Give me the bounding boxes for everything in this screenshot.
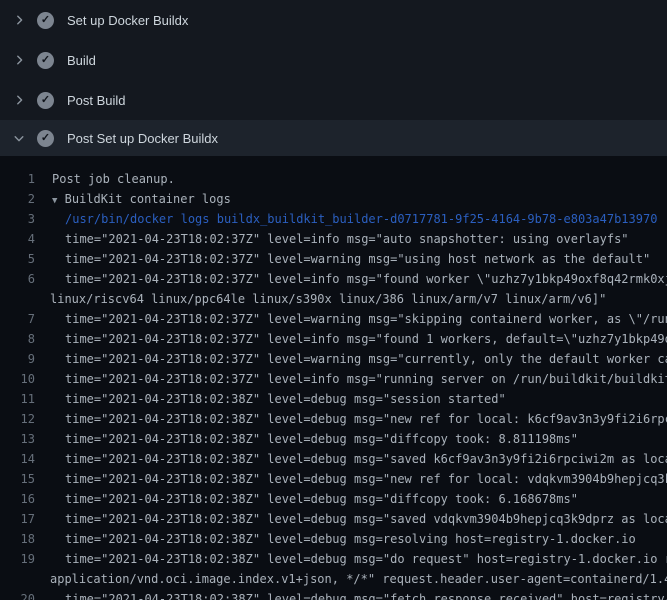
log-line-number[interactable]: 1 [0, 169, 35, 189]
step-header-list: ✓ Set up Docker Buildx ✓ Build ✓ Post Build ✓ P… [0, 0, 667, 156]
log-line-number[interactable]: 6 [0, 269, 35, 289]
log-line-number [0, 569, 35, 589]
log-line-number[interactable]: 15 [0, 469, 35, 489]
log-text: time="2021-04-23T18:02:38Z" level=debug … [35, 469, 667, 489]
actions-log-viewer: ✓ Set up Docker Buildx ✓ Build ✓ Post Build ✓ P… [0, 0, 667, 600]
log-line-number[interactable]: 11 [0, 389, 35, 409]
log-line-number[interactable]: 17 [0, 509, 35, 529]
log-text: Post job cleanup. [35, 169, 175, 189]
log-line: 13time="2021-04-23T18:02:38Z" level=debu… [0, 429, 667, 449]
log-text: time="2021-04-23T18:02:37Z" level=info m… [35, 329, 667, 349]
log-line: 7time="2021-04-23T18:02:37Z" level=warni… [0, 309, 667, 329]
log-line-number[interactable]: 8 [0, 329, 35, 349]
log-line: 18time="2021-04-23T18:02:38Z" level=debu… [0, 529, 667, 549]
log-line: 17time="2021-04-23T18:02:38Z" level=debu… [0, 509, 667, 529]
log-line-number[interactable]: 7 [0, 309, 35, 329]
log-text: ▼ BuildKit container logs [35, 189, 231, 209]
log-text: time="2021-04-23T18:02:38Z" level=debug … [35, 549, 667, 569]
log-text: time="2021-04-23T18:02:38Z" level=debug … [35, 509, 667, 529]
step-row-build[interactable]: ✓ Build [0, 40, 667, 80]
log-text: time="2021-04-23T18:02:38Z" level=debug … [35, 409, 667, 429]
log-line-number[interactable]: 9 [0, 349, 35, 369]
log-text: time="2021-04-23T18:02:38Z" level=debug … [35, 389, 506, 409]
log-text: time="2021-04-23T18:02:37Z" level=info m… [35, 369, 667, 389]
chevron-right-icon [11, 92, 27, 108]
log-line: 14time="2021-04-23T18:02:38Z" level=debu… [0, 449, 667, 469]
log-line: application/vnd.oci.image.index.v1+json,… [0, 569, 667, 589]
step-label: Post Set up Docker Buildx [67, 131, 218, 146]
log-line-number[interactable]: 10 [0, 369, 35, 389]
log-line: 16time="2021-04-23T18:02:38Z" level=debu… [0, 489, 667, 509]
log-line: 12time="2021-04-23T18:02:38Z" level=debu… [0, 409, 667, 429]
step-row-set-up-docker-buildx[interactable]: ✓ Set up Docker Buildx [0, 0, 667, 40]
log-line-number[interactable]: 12 [0, 409, 35, 429]
step-label: Build [67, 53, 96, 68]
log-line-number[interactable]: 19 [0, 549, 35, 569]
log-line-number[interactable]: 3 [0, 209, 35, 229]
log-line: 4time="2021-04-23T18:02:37Z" level=info … [0, 229, 667, 249]
log-line-number[interactable]: 20 [0, 589, 35, 600]
log-text: time="2021-04-23T18:02:38Z" level=debug … [35, 529, 636, 549]
step-log-output: 1Post job cleanup.2▼ BuildKit container … [0, 156, 667, 600]
log-line: 19time="2021-04-23T18:02:38Z" level=debu… [0, 549, 667, 569]
chevron-right-icon [11, 52, 27, 68]
log-line-number[interactable]: 4 [0, 229, 35, 249]
log-text: time="2021-04-23T18:02:38Z" level=debug … [35, 489, 578, 509]
log-line: 9time="2021-04-23T18:02:37Z" level=warni… [0, 349, 667, 369]
log-line: 8time="2021-04-23T18:02:37Z" level=info … [0, 329, 667, 349]
log-command-text: /usr/bin/docker logs buildx_buildkit_bui… [35, 209, 657, 229]
log-text: time="2021-04-23T18:02:37Z" level=warnin… [35, 349, 667, 369]
log-line-number[interactable]: 14 [0, 449, 35, 469]
log-line-number[interactable]: 2 [0, 189, 35, 209]
log-line: 11time="2021-04-23T18:02:38Z" level=debu… [0, 389, 667, 409]
check-circle-icon: ✓ [37, 52, 54, 69]
log-line: 10time="2021-04-23T18:02:37Z" level=info… [0, 369, 667, 389]
log-line: linux/riscv64 linux/ppc64le linux/s390x … [0, 289, 667, 309]
log-line-number[interactable]: 5 [0, 249, 35, 269]
log-text: application/vnd.oci.image.index.v1+json,… [35, 569, 667, 589]
log-text: time="2021-04-23T18:02:37Z" level=warnin… [35, 309, 667, 329]
step-row-post-build[interactable]: ✓ Post Build [0, 80, 667, 120]
step-label: Post Build [67, 93, 126, 108]
log-line: 20time="2021-04-23T18:02:38Z" level=debu… [0, 589, 667, 600]
log-line-number [0, 289, 35, 309]
check-circle-icon: ✓ [37, 12, 54, 29]
log-text: time="2021-04-23T18:02:38Z" level=debug … [35, 449, 667, 469]
log-text: time="2021-04-23T18:02:38Z" level=debug … [35, 429, 578, 449]
log-line: 2▼ BuildKit container logs [0, 189, 667, 209]
log-group-title[interactable]: BuildKit container logs [57, 192, 230, 206]
log-text: time="2021-04-23T18:02:38Z" level=debug … [35, 589, 667, 600]
log-line-number[interactable]: 18 [0, 529, 35, 549]
step-row-post-set-up-docker-buildx[interactable]: ✓ Post Set up Docker Buildx [0, 120, 667, 156]
log-line-number[interactable]: 13 [0, 429, 35, 449]
check-circle-icon: ✓ [37, 130, 54, 147]
log-line: 6time="2021-04-23T18:02:37Z" level=info … [0, 269, 667, 289]
log-line: 15time="2021-04-23T18:02:38Z" level=debu… [0, 469, 667, 489]
log-line: 1Post job cleanup. [0, 169, 667, 189]
log-text: time="2021-04-23T18:02:37Z" level=warnin… [35, 249, 650, 269]
chevron-down-icon [11, 130, 27, 146]
log-text: linux/riscv64 linux/ppc64le linux/s390x … [35, 289, 606, 309]
log-line: 3/usr/bin/docker logs buildx_buildkit_bu… [0, 209, 667, 229]
check-circle-icon: ✓ [37, 92, 54, 109]
step-label: Set up Docker Buildx [67, 13, 188, 28]
log-text: time="2021-04-23T18:02:37Z" level=info m… [35, 229, 629, 249]
log-line: 5time="2021-04-23T18:02:37Z" level=warni… [0, 249, 667, 269]
log-text: time="2021-04-23T18:02:37Z" level=info m… [35, 269, 667, 289]
log-line-number[interactable]: 16 [0, 489, 35, 509]
chevron-right-icon [11, 12, 27, 28]
